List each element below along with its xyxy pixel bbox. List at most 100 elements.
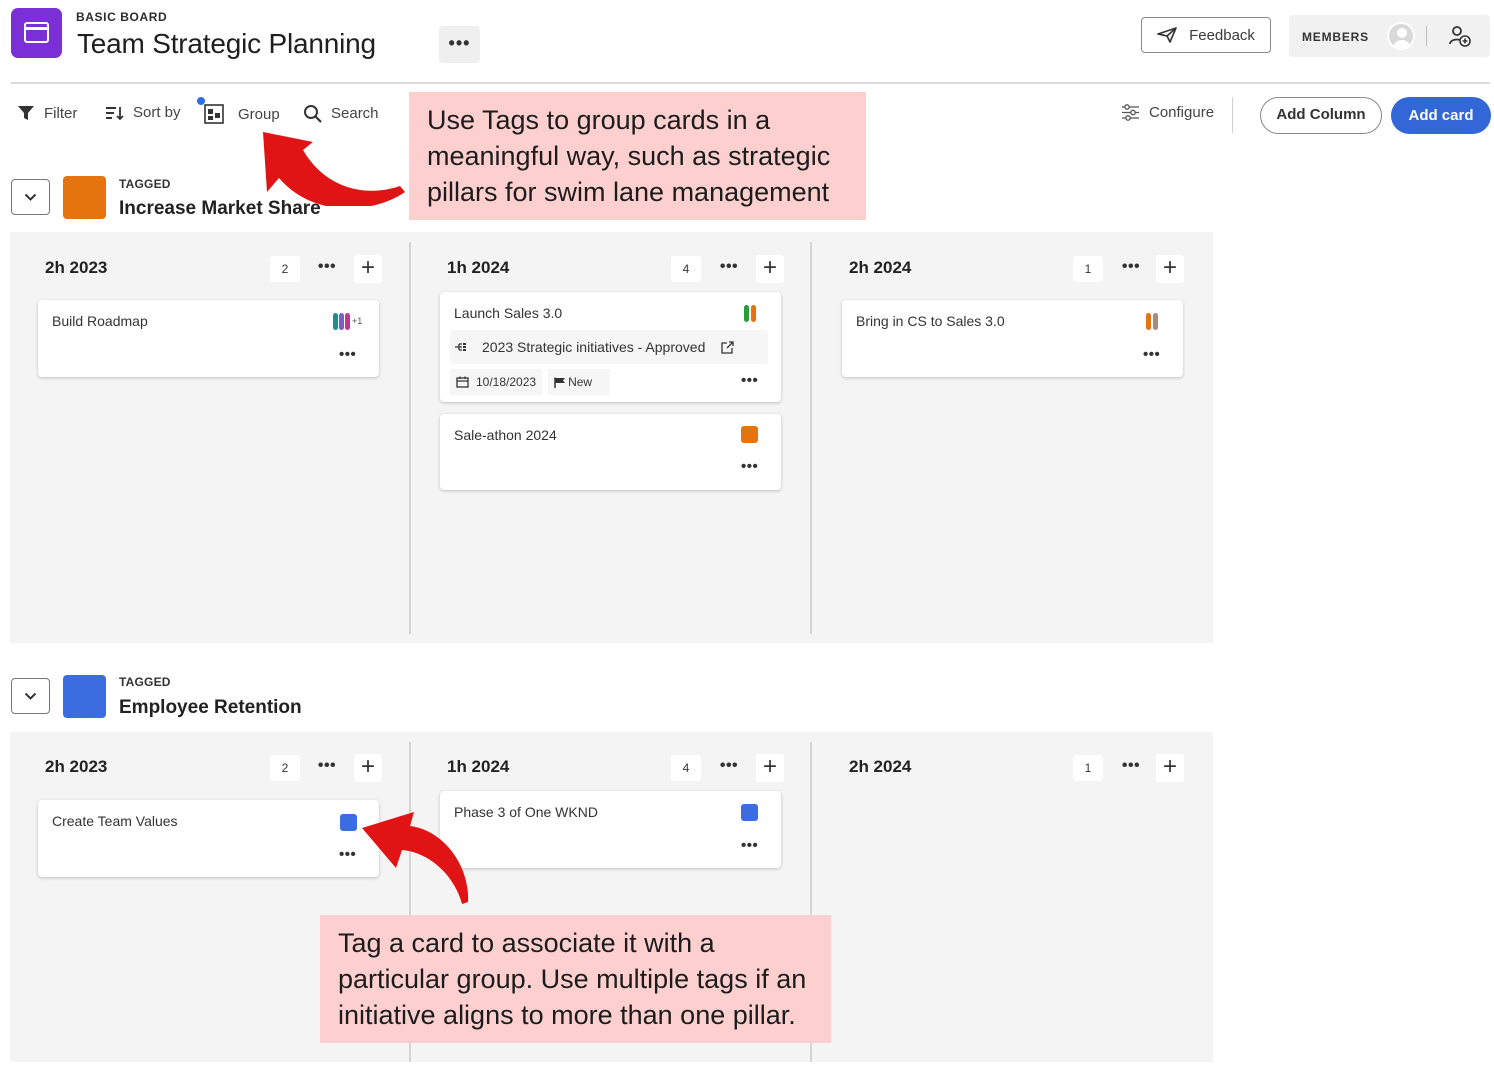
status-text: New <box>568 375 593 389</box>
column-count-badge: 1 <box>1073 755 1103 781</box>
card-more-button[interactable]: ••• <box>741 372 758 389</box>
card-bring-in-cs[interactable]: Bring in CS to Sales 3.0 ••• <box>842 300 1183 377</box>
card-more-button[interactable]: ••• <box>1143 346 1160 363</box>
user-avatar-icon[interactable] <box>1387 22 1415 50</box>
tag-green <box>744 305 749 322</box>
card-create-team-values[interactable]: Create Team Values ••• <box>38 800 379 877</box>
card-more-button[interactable]: ••• <box>741 458 758 475</box>
filter-label: Filter <box>44 104 78 122</box>
card-sale-athon[interactable]: Sale-athon 2024 ••• <box>440 414 781 490</box>
column-add-card-button[interactable]: + <box>756 754 784 782</box>
card-more-button[interactable]: ••• <box>741 837 758 854</box>
column-more-button[interactable]: ••• <box>1117 754 1145 782</box>
lane-kicker: TAGGED <box>119 177 171 191</box>
lane-tag-swatch <box>63 176 106 219</box>
add-column-button[interactable]: Add Column <box>1260 97 1382 134</box>
column-count-badge: 4 <box>671 755 701 781</box>
paper-plane-icon <box>1157 27 1177 43</box>
tag-blue <box>340 814 357 831</box>
toolbar-divider <box>1232 97 1233 133</box>
group-icon <box>204 104 224 124</box>
card-build-roadmap[interactable]: Build Roadmap +1 ••• <box>38 300 379 377</box>
column-add-card-button[interactable]: + <box>354 255 382 283</box>
sort-label: Sort by <box>133 104 181 121</box>
lane-collapse-button[interactable] <box>11 678 50 714</box>
column-title: 2h 2024 <box>849 258 912 277</box>
page-title: Team Strategic Planning <box>77 28 376 59</box>
tag-teal <box>333 313 338 330</box>
column-title: 2h 2023 <box>45 757 108 776</box>
column-more-button[interactable]: ••• <box>715 255 743 283</box>
column-count-badge: 2 <box>270 256 300 282</box>
lane-collapse-button[interactable] <box>11 179 50 215</box>
chevron-down-icon <box>24 193 37 201</box>
column-title: 2h 2024 <box>849 757 912 776</box>
column-more-button[interactable]: ••• <box>313 255 341 283</box>
linked-item-row[interactable]: 2023 Strategic initiatives - Approved <box>450 330 768 364</box>
feedback-label: Feedback <box>1189 26 1255 44</box>
callout-group-tip: Use Tags to group cards in a meaningful … <box>409 92 866 220</box>
column-title: 2h 2023 <box>45 258 108 277</box>
card-title: Create Team Values <box>52 813 178 829</box>
members-divider <box>1426 26 1427 46</box>
column-add-card-button[interactable]: + <box>1156 754 1184 782</box>
column-more-button[interactable]: ••• <box>1117 255 1145 283</box>
lane-kicker: TAGGED <box>119 675 171 689</box>
card-more-button[interactable]: ••• <box>339 846 356 863</box>
card-more-button[interactable]: ••• <box>339 346 356 363</box>
board-more-button[interactable]: ••• <box>439 26 480 63</box>
linked-item-text: 2023 Strategic initiatives - Approved <box>482 339 706 355</box>
column-header: 2h 2024 1 ••• + <box>849 255 1186 283</box>
column-divider <box>409 242 411 634</box>
card-title: Bring in CS to Sales 3.0 <box>856 313 1005 329</box>
callout-tag-tip: Tag a card to associate it with a partic… <box>320 915 831 1043</box>
tag-overflow-count: +1 <box>352 316 363 326</box>
column-header: 1h 2024 4 ••• + <box>447 754 784 782</box>
sort-button[interactable]: Sort by <box>105 104 181 121</box>
hierarchy-icon <box>455 343 466 351</box>
card-phase-3-one-wknd[interactable]: Phase 3 of One WKND ••• <box>440 791 781 868</box>
tag-orange <box>751 305 756 322</box>
column-count-badge: 2 <box>270 755 300 781</box>
column-more-button[interactable]: ••• <box>313 754 341 782</box>
column-header: 2h 2023 2 ••• + <box>45 754 382 782</box>
calendar-icon <box>456 376 469 388</box>
lane-tag-swatch <box>63 675 106 718</box>
column-more-button[interactable]: ••• <box>715 754 743 782</box>
status-chip[interactable]: New <box>548 369 611 395</box>
funnel-icon <box>18 106 34 120</box>
tag-blue <box>741 804 758 821</box>
card-title: Sale-athon 2024 <box>454 427 557 443</box>
column-title: 1h 2024 <box>447 258 510 277</box>
header-divider <box>11 82 1490 84</box>
lane-title: Employee Retention <box>119 697 302 718</box>
configure-label: Configure <box>1149 104 1215 121</box>
column-add-card-button[interactable]: + <box>1156 255 1184 283</box>
column-header: 2h 2024 1 ••• + <box>849 754 1186 782</box>
column-add-card-button[interactable]: + <box>354 754 382 782</box>
callout-arrow-icon <box>263 132 405 206</box>
feedback-button[interactable]: Feedback <box>1141 17 1271 53</box>
sort-icon <box>106 106 124 120</box>
add-card-button[interactable]: Add card <box>1391 97 1491 134</box>
column-header: 2h 2023 2 ••• + <box>45 255 382 283</box>
filter-button[interactable]: Filter <box>17 104 77 122</box>
card-launch-sales[interactable]: Launch Sales 3.0 2023 Strategic initiati… <box>440 292 781 402</box>
column-title: 1h 2024 <box>447 757 510 776</box>
card-title: Phase 3 of One WKND <box>454 804 598 820</box>
external-link-icon[interactable] <box>721 340 735 354</box>
tag-orange <box>1146 313 1151 330</box>
tag-violet <box>339 313 344 330</box>
sliders-icon <box>1122 104 1139 121</box>
card-title: Build Roadmap <box>52 313 148 329</box>
flag-icon <box>554 377 566 388</box>
column-count-badge: 4 <box>671 256 701 282</box>
tag-orange <box>741 426 758 443</box>
add-user-icon[interactable] <box>1449 25 1471 47</box>
members-label: MEMBERS <box>1302 30 1369 44</box>
column-count-badge: 1 <box>1073 256 1103 282</box>
tag-taupe <box>1153 313 1158 330</box>
configure-button[interactable]: Configure <box>1121 104 1214 121</box>
due-date-chip[interactable]: 10/18/2023 <box>450 369 543 395</box>
column-add-card-button[interactable]: + <box>756 255 784 283</box>
